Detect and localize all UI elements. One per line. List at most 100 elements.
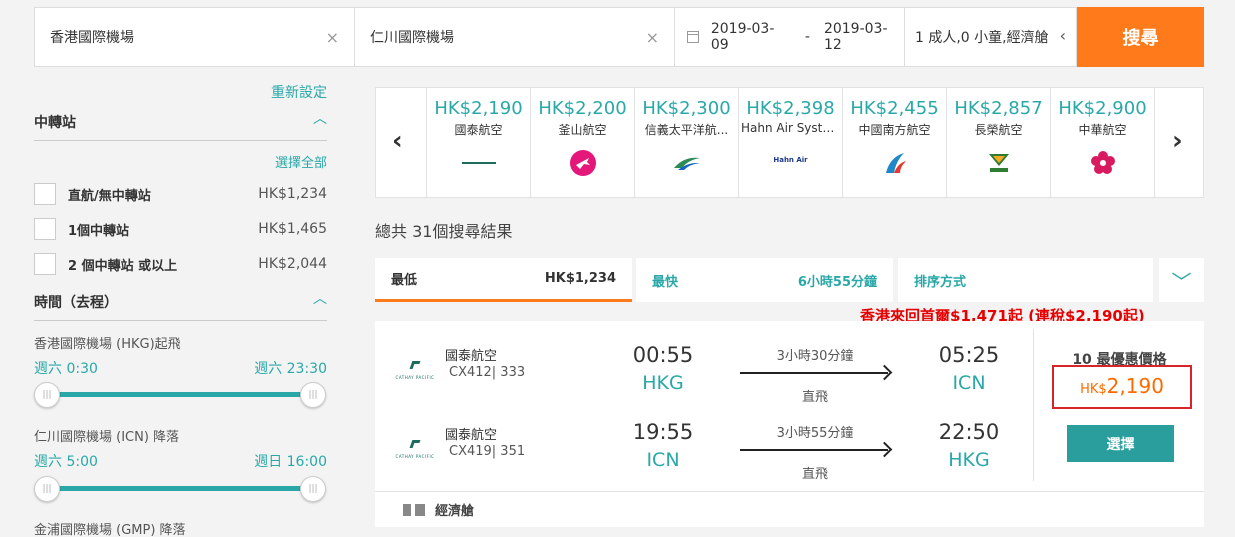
calendar-icon [687, 31, 699, 43]
carousel-item[interactable]: HK$2,200 釜山航空 [530, 88, 634, 197]
stop-price: HK$2,044 [258, 256, 327, 272]
carousel-item[interactable]: HK$2,300 信義太平洋航... [634, 88, 738, 197]
stop-option-one[interactable]: 1個中轉站 HK$1,465 [34, 217, 327, 241]
sort-value: HK$1,234 [544, 271, 616, 286]
cathay-logo-text: CATHAY PACIFIC [395, 375, 435, 380]
checkbox[interactable] [34, 218, 56, 240]
carousel-item[interactable]: HK$2,857 長榮航空 [946, 88, 1050, 197]
destination-field[interactable]: 仁川國際機場 × [355, 7, 675, 67]
seat-icon [403, 503, 425, 516]
carousel-airline: 中國南方航空 [858, 123, 931, 137]
arrival-time: 05:25 [938, 343, 1000, 367]
carousel-item[interactable]: HK$2,398 Hahn Air Syste... Hahn Air [738, 88, 842, 197]
stop-label: 2 個中轉站 或以上 [68, 258, 178, 274]
leg-flight-number: CX412| 333 [449, 365, 526, 380]
sort-toggle-button[interactable]: ﹀ [1159, 258, 1204, 302]
select-all-link[interactable]: 選擇全部 [275, 152, 327, 171]
carousel-price: HK$2,455 [850, 98, 939, 119]
results-total: 總共 31個搜尋結果 [375, 222, 513, 241]
price-column: 10 最優惠價格 HK$2,190 選擇 [1033, 329, 1204, 481]
return-date: 2019-03-12 [823, 21, 888, 53]
flight-result-card: CATHAY PACIFIC 國泰航空 CX412| 333 00:55 HKG… [375, 321, 1204, 527]
cathay-logo-text: CATHAY PACIFIC [395, 454, 435, 459]
checkbox[interactable] [34, 183, 56, 205]
arrow-right-icon [740, 372, 888, 374]
stop-label: 直航/無中轉站 [68, 188, 151, 204]
sort-label: 排序方式 [914, 274, 967, 290]
slider-handle-left[interactable]: ||| [34, 382, 60, 408]
eva-air-logo-icon [947, 150, 1050, 176]
carousel-airline: 信義太平洋航... [644, 123, 729, 137]
passenger-field[interactable]: 1 成人,0 小童,經濟艙 ‹ [905, 7, 1077, 67]
flight-leg-outbound: CATHAY PACIFIC 國泰航空 CX412| 333 00:55 HKG… [375, 341, 1032, 411]
chevron-up-icon[interactable]: ︿ [313, 108, 327, 128]
slider-values: 週六 0:30 週六 23:30 [34, 358, 327, 378]
origin-field[interactable]: 香港國際機場 × [34, 7, 355, 67]
slider-title: 仁川國際機場 (ICN) 降落 [34, 430, 180, 445]
chevron-up-icon[interactable]: ︿ [313, 288, 327, 308]
carousel-airline: 釜山航空 [558, 123, 607, 137]
stops-section-header[interactable]: 中轉站 ︿ [34, 111, 327, 141]
reset-link[interactable]: 重新設定 [271, 82, 327, 102]
carousel-item[interactable]: HK$2,190 國泰航空 [426, 88, 530, 197]
checkbox[interactable] [34, 253, 56, 275]
cathay-logo-icon: CATHAY PACIFIC [395, 436, 435, 459]
arrow-right-icon [740, 449, 888, 451]
carousel-airline: 中華航空 [1078, 123, 1127, 137]
carousel-item[interactable]: HK$2,455 中國南方航空 [842, 88, 946, 197]
leg-airline: 國泰航空 [445, 349, 498, 364]
slider-track[interactable] [47, 486, 314, 491]
chevron-left-icon[interactable]: ‹ [1060, 26, 1066, 45]
slider-handle-right[interactable]: ||| [300, 382, 326, 408]
slider-handle-left[interactable]: ||| [34, 476, 60, 502]
arrival-time: 22:50 [938, 420, 1000, 444]
price-highlight: HK$2,190 [1052, 365, 1192, 409]
slider-handle-right[interactable]: ||| [300, 476, 326, 502]
stop-price: HK$1,465 [258, 221, 327, 237]
slider-from: 週六 5:00 [34, 454, 98, 470]
select-button[interactable]: 選擇 [1067, 425, 1174, 462]
date-separator: - [804, 29, 810, 45]
stop-option-direct[interactable]: 直航/無中轉站 HK$1,234 [34, 182, 327, 206]
sort-tab-fastest[interactable]: 最快 6小時55分鐘 [636, 258, 893, 302]
cabin-class: 經濟艙 [435, 504, 475, 519]
air-busan-logo-icon [531, 150, 634, 176]
departure-time: 00:55 [632, 343, 694, 367]
passenger-value: 1 成人,0 小童,經濟艙 [915, 30, 1049, 46]
sort-tab-lowest[interactable]: 最低 HK$1,234 [375, 258, 632, 302]
sort-order-dropdown[interactable]: 排序方式 [898, 258, 1153, 302]
flight-type: 直飛 [801, 467, 828, 482]
clear-destination-icon[interactable]: × [646, 28, 659, 47]
price-amount: 2,190 [1106, 374, 1164, 398]
time-section-header[interactable]: 時間（去程） ︿ [34, 291, 327, 321]
stop-label: 1個中轉站 [68, 223, 130, 239]
airline-carousel: ‹ HK$2,190 國泰航空 HK$2,200 釜山航空 HK$2,300 信… [375, 87, 1204, 198]
carousel-price: HK$2,300 [642, 98, 731, 119]
arrival-airport: ICN [952, 372, 986, 394]
stop-price: HK$1,234 [258, 186, 327, 202]
cabin-class-row: 經濟艙 [375, 491, 1204, 527]
sort-label: 最快 [652, 274, 679, 290]
slider-to: 週日 16:00 [254, 454, 327, 470]
carousel-price: HK$2,398 [746, 98, 835, 119]
carousel-next-icon[interactable]: › [1172, 126, 1183, 156]
clear-origin-icon[interactable]: × [326, 28, 339, 47]
cathay-logo-icon [427, 150, 530, 176]
slider-from: 週六 0:30 [34, 361, 98, 377]
carousel-prev-icon[interactable]: ‹ [392, 126, 403, 156]
carousel-item[interactable]: HK$2,900 中華航空 [1050, 88, 1154, 197]
slider-track[interactable] [47, 392, 314, 397]
date-field[interactable]: 2019-03-09 - 2019-03-12 [675, 7, 905, 67]
slider-to: 週六 23:30 [254, 361, 327, 377]
flight-duration: 3小時55分鐘 [776, 426, 854, 441]
carousel-price: HK$2,900 [1058, 98, 1147, 119]
flight-leg-return: CATHAY PACIFIC 國泰航空 CX419| 351 19:55 ICN… [375, 420, 1032, 490]
stop-option-two-plus[interactable]: 2 個中轉站 或以上 HK$2,044 [34, 252, 327, 276]
slider-title: 香港國際機場 (HKG)起飛 [34, 337, 181, 352]
chevron-down-icon: ﹀ [1171, 269, 1192, 294]
carousel-price: HK$2,190 [434, 98, 523, 119]
search-button[interactable]: 搜尋 [1077, 7, 1204, 67]
time-title: 時間（去程） [34, 295, 118, 311]
stops-title: 中轉站 [34, 115, 76, 131]
slider-values: 週六 5:00 週日 16:00 [34, 451, 327, 471]
